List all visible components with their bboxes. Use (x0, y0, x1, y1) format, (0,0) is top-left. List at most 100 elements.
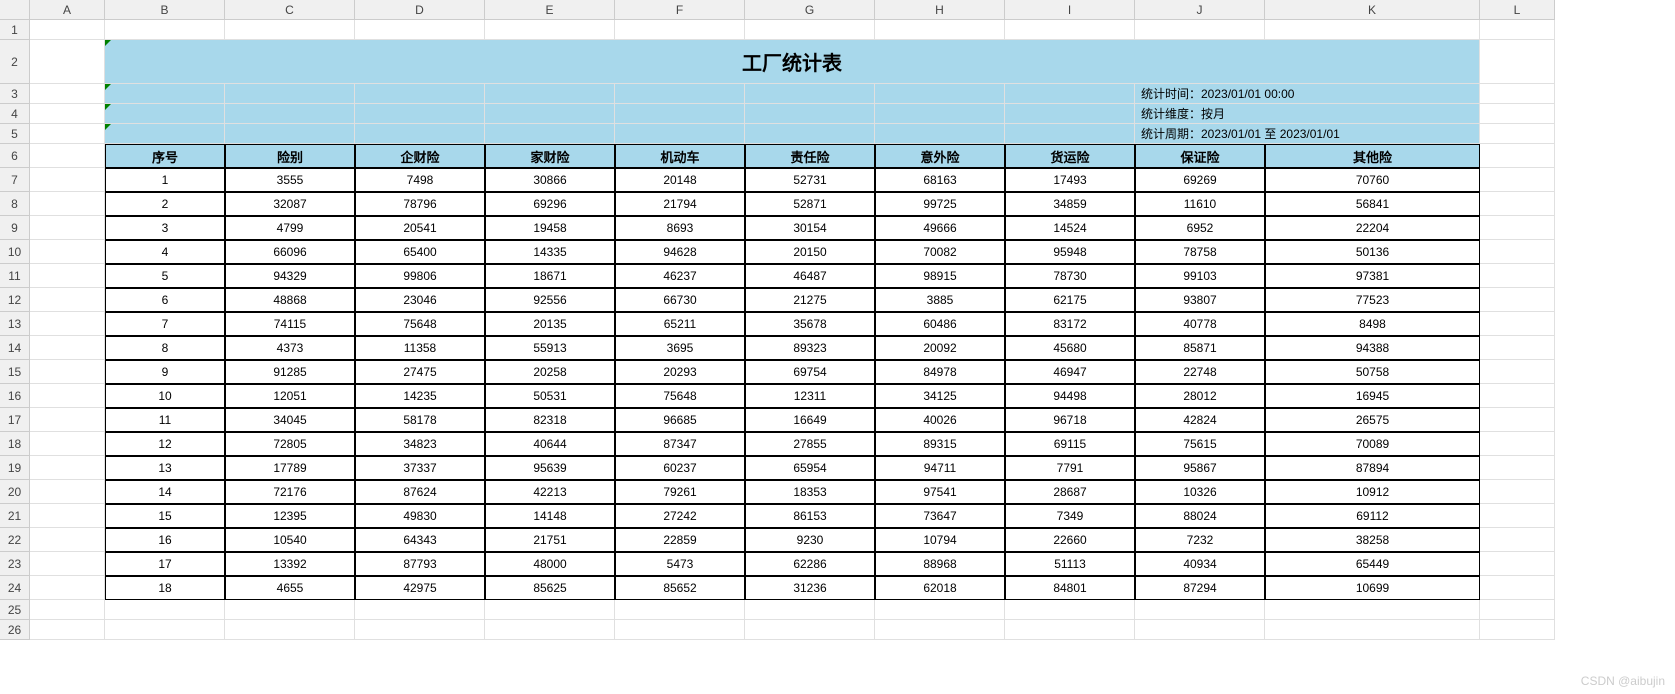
table-cell[interactable]: 72805 (225, 432, 355, 456)
table-cell[interactable]: 32087 (225, 192, 355, 216)
table-cell[interactable]: 49666 (875, 216, 1005, 240)
row-header-25[interactable]: 25 (0, 600, 30, 620)
table-header[interactable]: 企财险 (355, 144, 485, 168)
table-cell[interactable]: 65954 (745, 456, 875, 480)
row-header-12[interactable]: 12 (0, 288, 30, 312)
table-cell[interactable]: 89323 (745, 336, 875, 360)
table-cell[interactable]: 11 (105, 408, 225, 432)
col-header-L[interactable]: L (1480, 0, 1555, 20)
table-cell[interactable]: 62018 (875, 576, 1005, 600)
table-cell[interactable]: 46237 (615, 264, 745, 288)
table-cell[interactable]: 48868 (225, 288, 355, 312)
table-cell[interactable]: 65211 (615, 312, 745, 336)
band-cell[interactable] (1005, 104, 1135, 124)
table-cell[interactable]: 69269 (1135, 168, 1265, 192)
table-cell[interactable]: 85871 (1135, 336, 1265, 360)
row-header-7[interactable]: 7 (0, 168, 30, 192)
table-cell[interactable]: 94329 (225, 264, 355, 288)
table-cell[interactable]: 97541 (875, 480, 1005, 504)
table-cell[interactable]: 95948 (1005, 240, 1135, 264)
table-cell[interactable]: 34859 (1005, 192, 1135, 216)
table-cell[interactable]: 38258 (1265, 528, 1480, 552)
table-cell[interactable]: 20150 (745, 240, 875, 264)
band-cell[interactable] (105, 104, 225, 124)
table-cell[interactable]: 98915 (875, 264, 1005, 288)
table-cell[interactable]: 23046 (355, 288, 485, 312)
table-cell[interactable]: 28012 (1135, 384, 1265, 408)
table-cell[interactable]: 40026 (875, 408, 1005, 432)
table-cell[interactable]: 12395 (225, 504, 355, 528)
meta-line[interactable]: 统计周期：2023/01/01 至 2023/01/01 (1135, 124, 1480, 144)
table-cell[interactable]: 69296 (485, 192, 615, 216)
table-cell[interactable]: 94498 (1005, 384, 1135, 408)
table-cell[interactable]: 95867 (1135, 456, 1265, 480)
col-header-H[interactable]: H (875, 0, 1005, 20)
table-cell[interactable]: 97381 (1265, 264, 1480, 288)
table-cell[interactable]: 18353 (745, 480, 875, 504)
table-cell[interactable]: 56841 (1265, 192, 1480, 216)
band-cell[interactable] (1005, 124, 1135, 144)
table-cell[interactable]: 17789 (225, 456, 355, 480)
row-header-20[interactable]: 20 (0, 480, 30, 504)
table-cell[interactable]: 7498 (355, 168, 485, 192)
table-cell[interactable]: 50531 (485, 384, 615, 408)
row-header-2[interactable]: 2 (0, 40, 30, 84)
row-header-14[interactable]: 14 (0, 336, 30, 360)
table-cell[interactable]: 88024 (1135, 504, 1265, 528)
table-cell[interactable]: 70760 (1265, 168, 1480, 192)
table-cell[interactable]: 87624 (355, 480, 485, 504)
table-cell[interactable]: 49830 (355, 504, 485, 528)
table-cell[interactable]: 12 (105, 432, 225, 456)
band-cell[interactable] (745, 104, 875, 124)
table-cell[interactable]: 79261 (615, 480, 745, 504)
table-cell[interactable]: 50758 (1265, 360, 1480, 384)
table-cell[interactable]: 3695 (615, 336, 745, 360)
table-cell[interactable]: 73647 (875, 504, 1005, 528)
row-header-23[interactable]: 23 (0, 552, 30, 576)
table-cell[interactable]: 11358 (355, 336, 485, 360)
row-header-21[interactable]: 21 (0, 504, 30, 528)
table-cell[interactable]: 8693 (615, 216, 745, 240)
table-cell[interactable]: 34823 (355, 432, 485, 456)
table-cell[interactable]: 10326 (1135, 480, 1265, 504)
table-cell[interactable]: 20148 (615, 168, 745, 192)
table-cell[interactable]: 77523 (1265, 288, 1480, 312)
table-cell[interactable]: 46947 (1005, 360, 1135, 384)
table-cell[interactable]: 3555 (225, 168, 355, 192)
table-cell[interactable]: 62286 (745, 552, 875, 576)
table-cell[interactable]: 99725 (875, 192, 1005, 216)
table-cell[interactable]: 88968 (875, 552, 1005, 576)
table-cell[interactable]: 12311 (745, 384, 875, 408)
table-cell[interactable]: 18 (105, 576, 225, 600)
table-cell[interactable]: 66730 (615, 288, 745, 312)
table-cell[interactable]: 94628 (615, 240, 745, 264)
table-cell[interactable]: 60486 (875, 312, 1005, 336)
table-header[interactable]: 险别 (225, 144, 355, 168)
table-cell[interactable]: 7791 (1005, 456, 1135, 480)
table-cell[interactable]: 34125 (875, 384, 1005, 408)
table-cell[interactable]: 20092 (875, 336, 1005, 360)
title[interactable]: 工厂统计表 (105, 40, 1480, 84)
table-cell[interactable]: 30866 (485, 168, 615, 192)
table-cell[interactable]: 70089 (1265, 432, 1480, 456)
col-header-B[interactable]: B (105, 0, 225, 20)
row-header-9[interactable]: 9 (0, 216, 30, 240)
table-cell[interactable]: 99103 (1135, 264, 1265, 288)
table-cell[interactable]: 30154 (745, 216, 875, 240)
table-cell[interactable]: 70082 (875, 240, 1005, 264)
table-cell[interactable]: 4655 (225, 576, 355, 600)
table-cell[interactable]: 21275 (745, 288, 875, 312)
table-cell[interactable]: 50136 (1265, 240, 1480, 264)
table-cell[interactable]: 14 (105, 480, 225, 504)
table-cell[interactable]: 87294 (1135, 576, 1265, 600)
band-cell[interactable] (485, 104, 615, 124)
table-cell[interactable]: 75648 (355, 312, 485, 336)
table-cell[interactable]: 75648 (615, 384, 745, 408)
band-cell[interactable] (875, 104, 1005, 124)
table-cell[interactable]: 3885 (875, 288, 1005, 312)
band-cell[interactable] (615, 84, 745, 104)
table-cell[interactable]: 78796 (355, 192, 485, 216)
band-cell[interactable] (105, 84, 225, 104)
table-cell[interactable]: 84801 (1005, 576, 1135, 600)
band-cell[interactable] (105, 124, 225, 144)
